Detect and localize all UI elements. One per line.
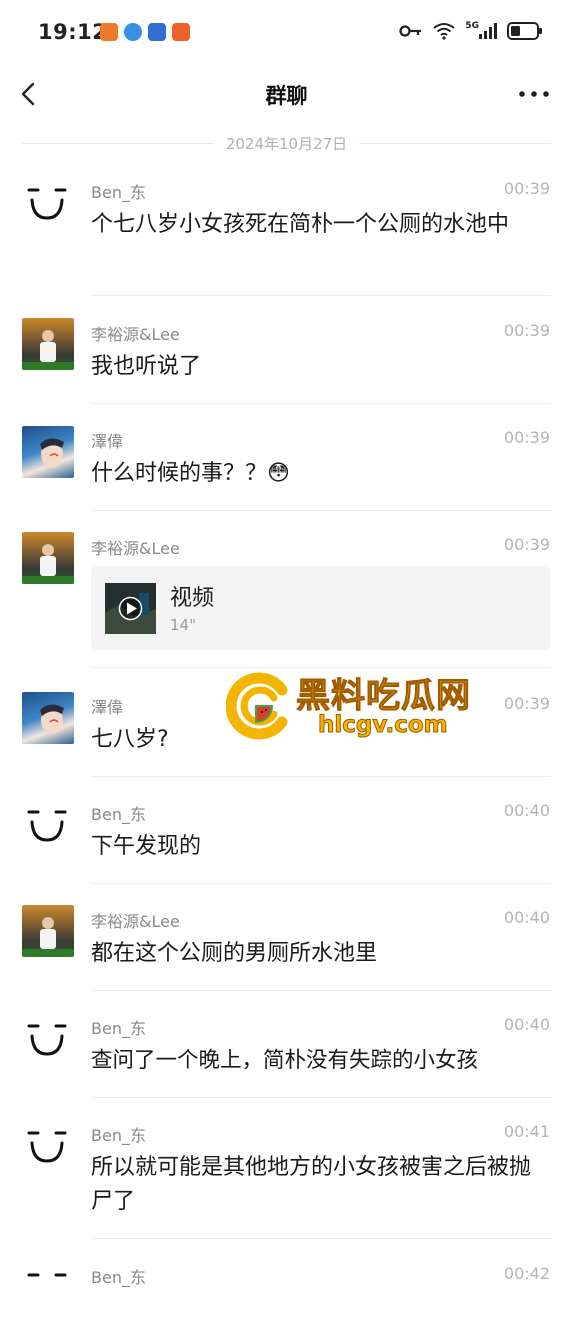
- sender-name: 李裕源&Lee: [91, 539, 180, 558]
- message-divider: [91, 1238, 551, 1239]
- message-text: 什么时候的事？？😳: [91, 461, 290, 486]
- smile-face-icon: [27, 1131, 67, 1163]
- avatar[interactable]: [22, 905, 74, 957]
- more-options-button[interactable]: [517, 82, 551, 106]
- message-item[interactable]: Ben_东 00:39 个七八岁小女孩死在简朴一个公厕的水池中: [0, 179, 573, 296]
- message-divider: [91, 990, 551, 991]
- signal-icon: [479, 23, 497, 39]
- app-notification-icon: [100, 23, 118, 41]
- video-duration: 14": [170, 616, 196, 634]
- message-item[interactable]: 李裕源&Lee 00:39 我也听说了: [0, 318, 573, 404]
- app-notification-icon: [148, 23, 166, 41]
- message-time: 00:41: [503, 1122, 550, 1141]
- watermark-url: hlcgv.com: [318, 712, 449, 739]
- smile-face-icon: [27, 188, 67, 220]
- app-notification-icon: [172, 23, 190, 41]
- smile-face-icon: [27, 810, 67, 842]
- message-divider: [91, 776, 551, 777]
- sender-name: Ben_东: [91, 183, 146, 202]
- status-right: 5G: [399, 21, 543, 40]
- message-time: 00:40: [503, 1015, 550, 1034]
- avatar[interactable]: [22, 318, 74, 370]
- sender-name: 李裕源&Lee: [91, 912, 180, 931]
- message-item[interactable]: Ben_东 00:40 查问了一个晚上，简朴没有失踪的小女孩: [0, 1015, 573, 1098]
- chat-header: 群聊: [0, 64, 573, 124]
- message-item[interactable]: 李裕源&Lee 00:39 视频 14": [0, 532, 573, 668]
- message-text: 所以就可能是其他地方的小女孩被害之后被抛尸了: [91, 1155, 532, 1214]
- message-time: 00:39: [503, 694, 550, 713]
- sender-name: Ben_东: [91, 1126, 146, 1145]
- date-label: 2024年10月27日: [225, 134, 348, 153]
- message-time: 00:39: [503, 179, 550, 198]
- smile-face-icon: [27, 1024, 67, 1056]
- message-divider: [91, 883, 551, 884]
- page-title: 群聊: [265, 84, 308, 108]
- watermark-title: 黑料吃瓜网: [296, 676, 471, 717]
- message-item[interactable]: Ben_东 00:41 所以就可能是其他地方的小女孩被害之后被抛尸了: [0, 1122, 573, 1239]
- sender-name: Ben_东: [91, 805, 146, 824]
- smile-face-icon: [27, 1273, 67, 1277]
- sender-name: Ben_东: [91, 1268, 146, 1287]
- avatar[interactable]: [22, 180, 74, 232]
- message-divider: [91, 510, 551, 511]
- message-time: 00:39: [503, 535, 550, 554]
- video-thumbnail[interactable]: [105, 583, 156, 634]
- message-time: 00:39: [503, 321, 550, 340]
- sender-name: Ben_东: [91, 1019, 146, 1038]
- avatar[interactable]: [22, 692, 74, 744]
- message-text: 查问了一个晚上，简朴没有失踪的小女孩: [91, 1048, 479, 1073]
- message-divider: [91, 1097, 551, 1098]
- message-time: 00:42: [503, 1264, 550, 1283]
- wifi-icon: [433, 23, 455, 40]
- message-text: 我也听说了: [91, 354, 202, 379]
- watermark: 黑料吃瓜网 hlcgv.com: [226, 668, 486, 748]
- avatar[interactable]: [22, 426, 74, 478]
- date-divider: 2024年10月27日: [22, 131, 552, 155]
- status-time: 19:12: [38, 20, 108, 44]
- message-item[interactable]: Ben_东 00:40 下午发现的: [0, 801, 573, 884]
- message-time: 00:40: [503, 801, 550, 820]
- status-bar: 19:12 5G: [0, 0, 573, 64]
- sender-name: 澤偉: [91, 432, 124, 451]
- watermark-logo-icon: [226, 672, 288, 740]
- avatar[interactable]: [22, 1265, 74, 1317]
- video-message-card[interactable]: 视频 14": [91, 566, 550, 650]
- message-divider: [91, 403, 551, 404]
- avatar[interactable]: [22, 532, 74, 584]
- message-text: 下午发现的: [91, 834, 202, 859]
- battery-icon: [507, 22, 542, 40]
- message-time: 00:39: [503, 428, 550, 447]
- message-item[interactable]: Ben_东 00:42: [0, 1264, 573, 1317]
- video-title: 视频: [170, 586, 215, 611]
- message-text: 都在这个公厕的男厕所水池里: [91, 941, 378, 966]
- sender-name: 澤偉: [91, 698, 124, 717]
- network-type: 5G: [465, 21, 479, 31]
- sender-name: 李裕源&Lee: [91, 325, 180, 344]
- notification-icons: [100, 23, 190, 41]
- avatar[interactable]: [22, 1016, 74, 1068]
- message-item[interactable]: 李裕源&Lee 00:40 都在这个公厕的男厕所水池里: [0, 905, 573, 991]
- message-text: 个七八岁小女孩死在简朴一个公厕的水池中: [91, 212, 510, 237]
- message-time: 00:40: [503, 908, 550, 927]
- message-divider: [91, 295, 551, 296]
- key-icon: [399, 25, 422, 37]
- message-item[interactable]: 澤偉 00:39 什么时候的事？？😳: [0, 426, 573, 511]
- app-notification-icon: [124, 23, 142, 41]
- avatar[interactable]: [22, 1123, 74, 1175]
- avatar[interactable]: [22, 802, 74, 854]
